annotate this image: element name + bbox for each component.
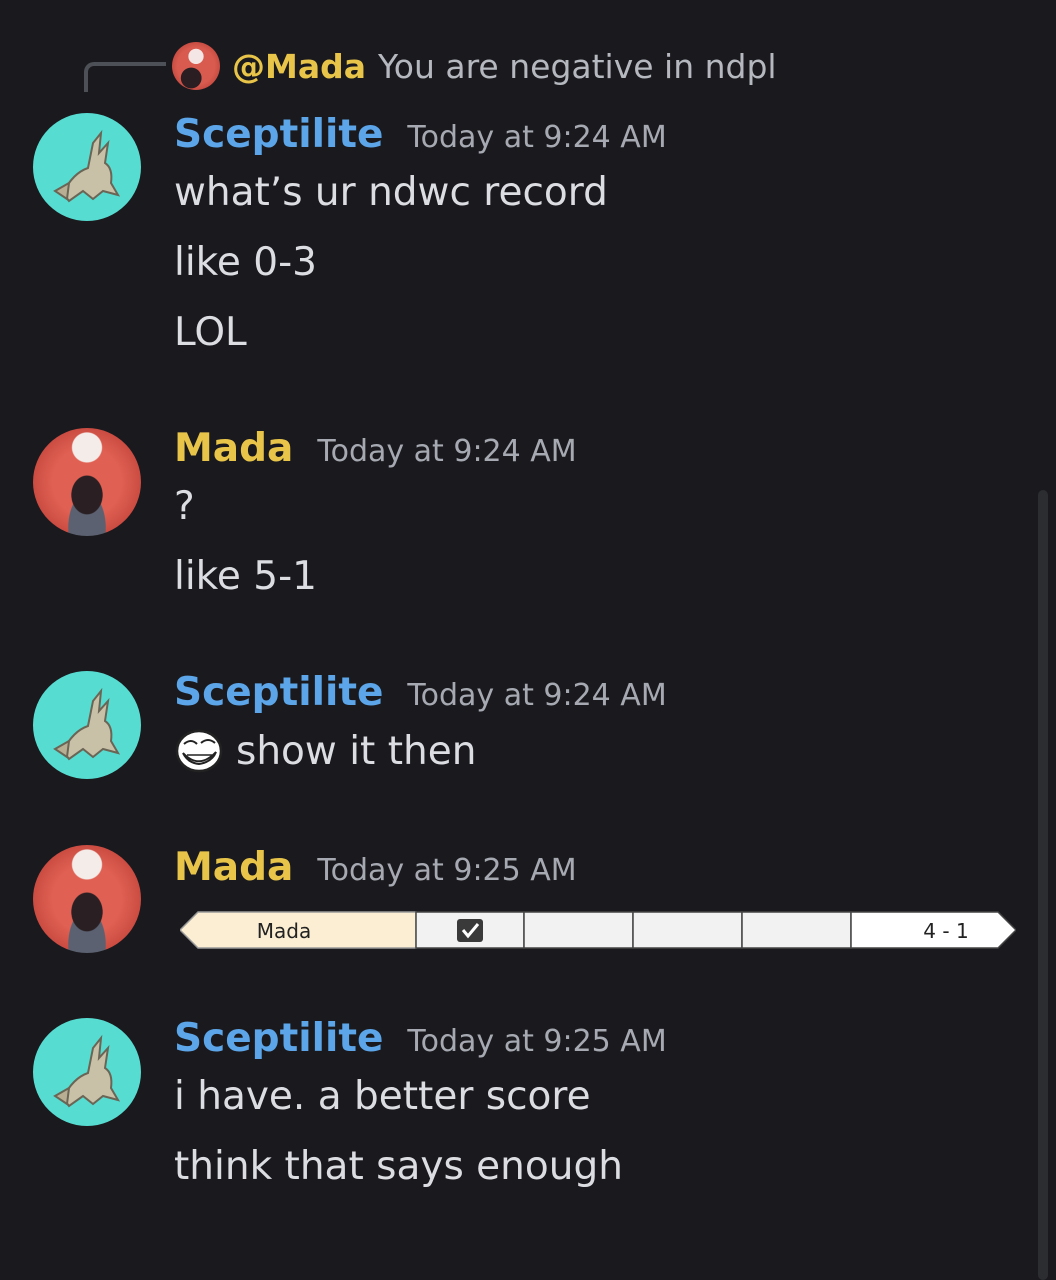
reply-mention[interactable]: @Mada <box>232 47 366 86</box>
message-text: i have. a better score <box>174 1074 591 1119</box>
reply-connector <box>84 62 166 92</box>
username[interactable]: Sceptilite <box>174 112 383 157</box>
timestamp[interactable]: Today at 9:24 AM <box>317 434 576 469</box>
message-text: show it then <box>236 728 477 774</box>
username[interactable]: Sceptilite <box>174 670 383 715</box>
avatar[interactable] <box>33 428 141 536</box>
reply-avatar[interactable] <box>172 42 220 90</box>
message-text: LOL <box>174 310 247 355</box>
username[interactable]: Mada <box>174 426 293 471</box>
checkbox-checked-icon <box>457 919 483 942</box>
timestamp[interactable]: Today at 9:25 AM <box>317 853 576 888</box>
username[interactable]: Mada <box>174 845 293 890</box>
message-line: show it then <box>174 728 476 774</box>
reply-preview[interactable]: @Mada You are negative in ndpl <box>172 40 777 92</box>
avatar[interactable] <box>33 671 141 779</box>
message-text: like 0-3 <box>174 240 317 285</box>
scrollbar[interactable] <box>1038 490 1048 1280</box>
reply-text[interactable]: You are negative in ndpl <box>378 47 777 86</box>
trollface-emoji-icon <box>175 729 223 773</box>
timestamp[interactable]: Today at 9:24 AM <box>407 120 666 155</box>
chat-log: @Mada You are negative in ndpl Sceptilit… <box>0 0 1056 1280</box>
message-text: what’s ur ndwc record <box>174 170 608 215</box>
scoreboard-score: 4 - 1 <box>923 919 968 943</box>
scoreboard-name: Mada <box>257 919 311 943</box>
scoreboard-image[interactable]: Mada 4 - 1 <box>180 910 1016 950</box>
avatar[interactable] <box>33 1018 141 1126</box>
message-text: like 5-1 <box>174 554 317 599</box>
timestamp[interactable]: Today at 9:24 AM <box>407 678 666 713</box>
avatar[interactable] <box>33 845 141 953</box>
message-text: ? <box>174 484 195 529</box>
timestamp[interactable]: Today at 9:25 AM <box>407 1024 666 1059</box>
username[interactable]: Sceptilite <box>174 1016 383 1061</box>
avatar[interactable] <box>33 113 141 221</box>
message-text: think that says enough <box>174 1144 623 1189</box>
